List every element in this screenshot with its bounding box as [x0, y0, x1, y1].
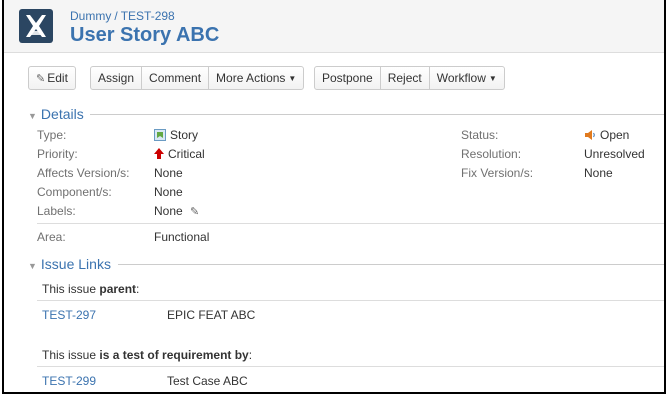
link-group-divider — [37, 366, 664, 367]
open-status-icon — [585, 130, 595, 140]
issue-view: Dummy / TEST-298 User Story ABC ✎ Edit Assi… — [2, 0, 666, 394]
twixi-expand-icon: ▼ — [28, 261, 37, 271]
breadcrumb-project[interactable]: Dummy — [70, 9, 111, 23]
labels-label: Labels: — [37, 204, 76, 218]
component-value: None — [154, 185, 183, 199]
issue-header: Dummy / TEST-298 User Story ABC — [4, 0, 664, 53]
linked-issue-summary[interactable]: Test Case ABC — [167, 374, 248, 388]
status-label: Status: — [461, 128, 499, 142]
caret-down-icon: ▼ — [288, 74, 297, 83]
linked-issue-row: TEST-299 — [42, 374, 96, 388]
project-logo-icon — [26, 15, 46, 37]
link-group-test-heading: This issue is a test of requirement by: — [42, 348, 253, 362]
breadcrumb-issue-key[interactable]: TEST-298 — [121, 9, 175, 23]
fix-version-value: None — [584, 166, 613, 180]
linked-issue-summary[interactable]: EPIC FEAT ABC — [167, 308, 255, 322]
area-value: Functional — [154, 230, 210, 244]
resolution-label: Resolution: — [461, 147, 522, 161]
affects-version-label: Affects Version/s: — [37, 166, 130, 180]
details-heading: Details — [40, 106, 84, 122]
workflow-button-group: Postpone Reject Workflow ▼ — [314, 66, 505, 90]
edit-button[interactable]: ✎ Edit — [29, 67, 75, 89]
comment-button[interactable]: Comment — [142, 67, 210, 89]
linked-issue-row: TEST-297 — [42, 308, 96, 322]
section-divider — [90, 114, 664, 115]
breadcrumb-separator: / — [114, 9, 118, 23]
issue-links-section-header[interactable]: ▼ Issue Links — [28, 256, 111, 272]
labels-value: None ✎ — [154, 204, 200, 219]
type-value: Story — [154, 128, 198, 142]
priority-label: Priority: — [37, 147, 78, 161]
workflow-button[interactable]: Workflow ▼ — [430, 67, 504, 89]
details-divider — [37, 223, 664, 224]
link-group-parent-heading: This issue parent: — [42, 282, 140, 296]
issue-links-heading: Issue Links — [40, 256, 111, 272]
project-avatar[interactable] — [19, 9, 53, 43]
type-label: Type: — [37, 128, 67, 142]
priority-value: Critical — [154, 147, 205, 161]
affects-version-value: None — [154, 166, 183, 180]
linked-issue-key[interactable]: TEST-299 — [42, 374, 96, 388]
issue-summary-title[interactable]: User Story ABC — [70, 24, 219, 47]
twixi-expand-icon: ▼ — [28, 111, 37, 121]
link-group-divider — [37, 300, 664, 301]
area-label: Area: — [37, 230, 66, 244]
critical-priority-icon — [154, 148, 164, 159]
status-value: Open — [584, 128, 629, 142]
caret-down-icon: ▼ — [488, 74, 497, 83]
fix-version-label: Fix Version/s: — [461, 166, 534, 180]
edit-labels-pencil-icon[interactable]: ✎ — [190, 205, 199, 219]
postpone-button[interactable]: Postpone — [315, 67, 381, 89]
assign-button[interactable]: Assign — [91, 67, 143, 89]
resolution-value: Unresolved — [584, 147, 645, 161]
story-icon — [154, 129, 166, 141]
section-divider — [118, 264, 664, 265]
reject-button[interactable]: Reject — [381, 67, 430, 89]
pencil-icon: ✎ — [36, 73, 46, 85]
more-actions-button[interactable]: More Actions ▼ — [209, 67, 303, 89]
edit-button-group: ✎ Edit — [28, 66, 76, 90]
linked-issue-key[interactable]: TEST-297 — [42, 308, 96, 322]
component-label: Component/s: — [37, 185, 112, 199]
action-button-group: Assign Comment More Actions ▼ — [90, 66, 305, 90]
breadcrumb: Dummy / TEST-298 — [70, 9, 175, 23]
details-section-header[interactable]: ▼ Details — [28, 106, 84, 122]
